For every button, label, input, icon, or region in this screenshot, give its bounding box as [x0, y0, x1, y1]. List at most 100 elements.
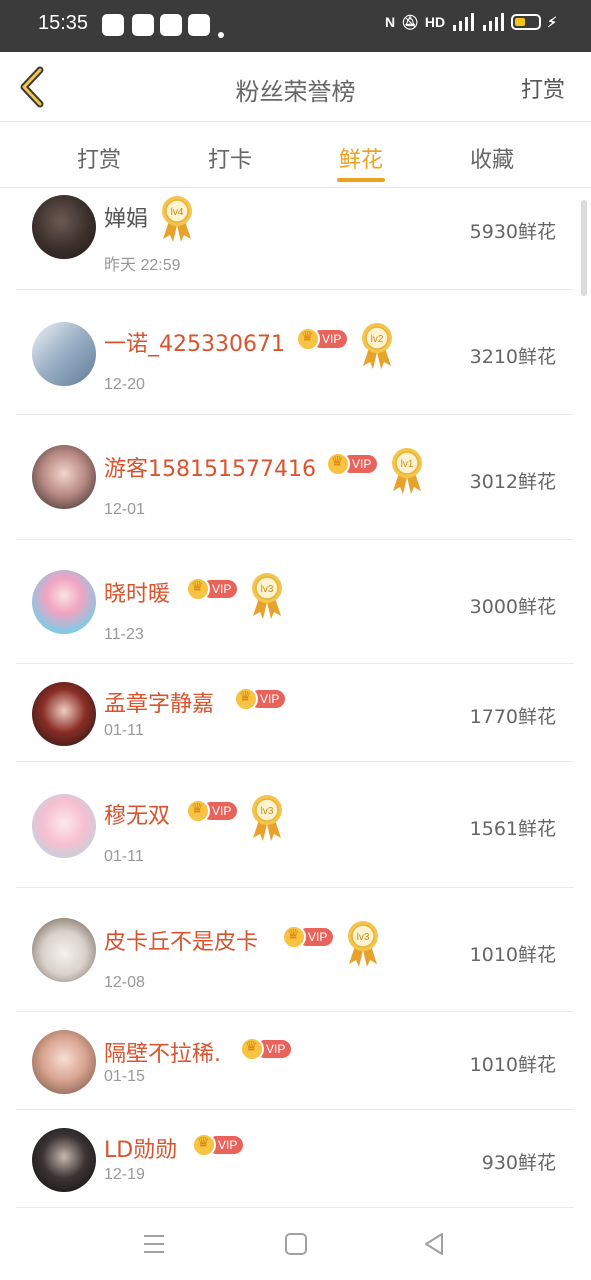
timestamp: 12-19	[104, 1166, 145, 1183]
vip-badge: VIP	[234, 687, 286, 711]
list-item[interactable]: 晓时暖 VIP lv3 11-23 3000鲜花	[16, 540, 574, 664]
level-label: lv2	[371, 334, 384, 345]
hd-icon: HD	[424, 14, 446, 30]
avatar	[32, 445, 96, 509]
home-icon[interactable]	[282, 1230, 310, 1258]
list-item[interactable]: 隔壁不拉稀. VIP 01-15 1010鲜花	[16, 1012, 574, 1110]
level-label: lv3	[261, 806, 274, 817]
level-medal-icon: lv3	[252, 573, 282, 619]
list-item[interactable]: 孟章字静嘉 VIP 01-11 1770鲜花	[16, 664, 574, 762]
flower-count: 1010鲜花	[469, 1054, 556, 1076]
flower-count: 5930鲜花	[469, 221, 556, 243]
level-medal-icon: lv3	[252, 795, 282, 841]
app-notification-icon	[102, 14, 124, 36]
vip-badge: VIP	[186, 577, 238, 601]
tab-checkin[interactable]: 打卡	[180, 142, 280, 174]
user-name: 婵娟	[104, 207, 149, 232]
scrollbar[interactable]	[581, 200, 587, 296]
more-notifications-icon	[218, 32, 224, 38]
avatar	[32, 794, 96, 858]
signal-icon	[483, 13, 505, 31]
header: 粉丝荣誉榜 打赏	[0, 52, 591, 122]
menu-icon[interactable]	[140, 1230, 168, 1258]
avatar	[32, 682, 96, 746]
list-item[interactable]: 穆无双 VIP lv3 01-11 1561鲜花	[16, 762, 574, 888]
battery-icon	[511, 14, 542, 30]
timestamp: 昨天 22:59	[104, 257, 181, 274]
timestamp: 12-20	[104, 376, 145, 393]
tab-flowers[interactable]: 鲜花	[311, 142, 411, 174]
vip-badge: VIP	[186, 799, 238, 823]
user-name: 隔壁不拉稀.	[104, 1042, 221, 1067]
signal-icon	[453, 13, 475, 31]
flower-count: 1561鲜花	[469, 818, 556, 840]
timestamp: 01-15	[104, 1068, 145, 1085]
timestamp: 12-01	[104, 501, 145, 518]
app-notification-icon	[132, 14, 154, 36]
vip-badge: VIP	[240, 1037, 292, 1061]
flower-count: 930鲜花	[481, 1152, 556, 1174]
user-name: 穆无双	[104, 804, 171, 829]
avatar	[32, 195, 96, 259]
status-time: 15:35	[38, 12, 89, 34]
app-notification-icon	[188, 14, 210, 36]
level-medal-icon: lv1	[392, 448, 422, 494]
level-label: lv3	[357, 932, 370, 943]
list-item[interactable]: 婵娟 lv4 昨天 22:59 5930鲜花	[16, 189, 574, 290]
flower-count: 3210鲜花	[469, 346, 556, 368]
reward-button[interactable]: 打赏	[521, 72, 565, 104]
page-title: 粉丝荣誉榜	[235, 78, 356, 106]
level-label: lv4	[171, 207, 184, 218]
level-label: lv1	[401, 459, 414, 470]
flower-count: 3012鲜花	[469, 471, 556, 493]
user-name: 晓时暖	[104, 582, 171, 607]
user-name: LD勋勋	[104, 1138, 178, 1163]
active-tab-indicator	[337, 178, 385, 182]
list-item[interactable]: LD勋勋 VIP 12-19 930鲜花	[16, 1110, 574, 1208]
avatar	[32, 1030, 96, 1094]
app-notification-icon	[160, 14, 182, 36]
crown-icon	[240, 1037, 264, 1061]
user-name: 一诺_425330671	[104, 332, 285, 357]
vip-badge: VIP	[282, 925, 334, 949]
timestamp: 01-11	[104, 722, 144, 739]
level-medal-icon: lv2	[362, 323, 392, 369]
crown-icon	[192, 1133, 216, 1157]
flower-count: 1010鲜花	[469, 944, 556, 966]
avatar	[32, 570, 96, 634]
level-label: lv3	[261, 584, 274, 595]
fan-ranking-list: 婵娟 lv4 昨天 22:59 5930鲜花 一诺_425330671 VIP …	[16, 189, 574, 1208]
crown-icon	[186, 577, 210, 601]
list-item[interactable]: 游客158151577416 VIP lv1 12-01 3012鲜花	[16, 415, 574, 540]
status-bar: 15:35 N 🔕︎ HD ⚡︎	[0, 0, 591, 52]
list-item[interactable]: 皮卡丘不是皮卡 VIP lv3 12-08 1010鲜花	[16, 888, 574, 1012]
timestamp: 11-23	[104, 626, 144, 643]
avatar	[32, 918, 96, 982]
crown-icon	[282, 925, 306, 949]
mute-icon: 🔕︎	[401, 13, 419, 30]
level-medal-icon: lv4	[162, 196, 192, 242]
crown-icon	[234, 687, 258, 711]
crown-icon	[326, 452, 350, 476]
user-name: 皮卡丘不是皮卡	[104, 930, 259, 955]
vip-badge: VIP	[326, 452, 378, 476]
timestamp: 12-08	[104, 974, 145, 991]
flower-count: 3000鲜花	[469, 596, 556, 618]
vip-badge: VIP	[192, 1133, 244, 1157]
timestamp: 01-11	[104, 848, 144, 865]
status-icons: N 🔕︎ HD ⚡︎	[385, 13, 557, 31]
crown-icon	[186, 799, 210, 823]
user-name: 游客158151577416	[104, 457, 316, 482]
back-icon[interactable]	[420, 1230, 448, 1258]
flower-count: 1770鲜花	[469, 706, 556, 728]
system-nav-bar	[0, 1208, 591, 1280]
tab-reward[interactable]: 打赏	[49, 142, 149, 174]
avatar	[32, 322, 96, 386]
tab-favorites[interactable]: 收藏	[442, 142, 542, 174]
user-name: 孟章字静嘉	[104, 692, 215, 717]
list-item[interactable]: 一诺_425330671 VIP lv2 12-20 3210鲜花	[16, 290, 574, 415]
crown-icon	[296, 327, 320, 351]
charging-icon: ⚡︎	[547, 13, 557, 30]
avatar	[32, 1128, 96, 1192]
vip-badge: VIP	[296, 327, 348, 351]
